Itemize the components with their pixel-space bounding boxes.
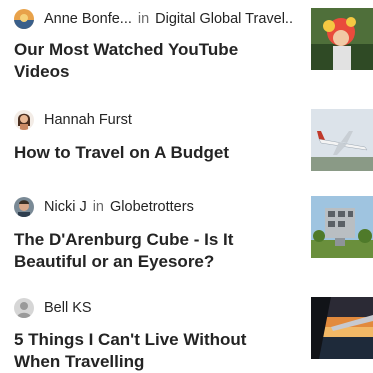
article-title[interactable]: Our Most Watched YouTube Videos bbox=[14, 39, 282, 83]
author-row: Anne Bonfe... in Digital Global Travel..… bbox=[14, 8, 294, 30]
author-row: Nicki J in Globetrotters bbox=[14, 196, 294, 218]
author-name[interactable]: Hannah Furst bbox=[44, 112, 132, 128]
author-row: Hannah Furst bbox=[14, 109, 294, 131]
author-name[interactable]: Anne Bonfe... bbox=[44, 11, 132, 27]
airplane-photo-icon bbox=[311, 109, 373, 171]
title-line-1: 5 Things I Can't Live Without bbox=[14, 330, 247, 349]
publication-name[interactable]: Globetrotters bbox=[110, 199, 194, 215]
article-title[interactable]: 5 Things I Can't Live Without When Trave… bbox=[14, 329, 282, 373]
article-title[interactable]: The D'Arenburg Cube - Is It Beautiful or… bbox=[14, 229, 282, 273]
author-avatar[interactable] bbox=[14, 197, 34, 217]
article-thumbnail[interactable] bbox=[311, 8, 373, 70]
in-label: in bbox=[137, 11, 150, 27]
publication-name[interactable]: Digital Global Travel... bbox=[155, 11, 294, 27]
article-thumbnail[interactable] bbox=[311, 196, 373, 258]
article-thumbnail[interactable] bbox=[311, 297, 373, 359]
article-thumbnail[interactable] bbox=[311, 109, 373, 171]
title-line-1: Our Most Watched YouTube bbox=[14, 40, 239, 59]
article-title[interactable]: How to Travel on A Budget bbox=[14, 142, 282, 164]
author-name[interactable]: Bell KS bbox=[44, 300, 92, 316]
author-row: Bell KS bbox=[14, 297, 294, 319]
title-line-2: When Travelling bbox=[14, 352, 145, 371]
article-card[interactable]: Nicki J in Globetrotters The D'Arenburg … bbox=[0, 196, 373, 271]
cube-building-photo-icon bbox=[311, 196, 373, 258]
title-line-1: The D'Arenburg Cube - Is It bbox=[14, 230, 234, 249]
author-name[interactable]: Nicki J bbox=[44, 199, 87, 215]
author-avatar[interactable] bbox=[14, 9, 34, 29]
title-line-2: Videos bbox=[14, 62, 70, 81]
in-label: in bbox=[92, 199, 104, 215]
person-with-flowers-photo-icon bbox=[311, 8, 373, 70]
title-line-2: Beautiful or an Eyesore? bbox=[14, 252, 215, 271]
author-avatar[interactable] bbox=[14, 110, 34, 130]
article-card[interactable]: Hannah Furst How to Travel on A Budget bbox=[0, 109, 373, 179]
article-card[interactable]: Anne Bonfe... in Digital Global Travel..… bbox=[0, 8, 373, 81]
title-line-1: How to Travel on A Budget bbox=[14, 143, 230, 162]
author-avatar[interactable] bbox=[14, 298, 34, 318]
article-card[interactable]: Bell KS 5 Things I Can't Live Without Wh… bbox=[0, 297, 373, 371]
airplane-window-sunset-photo-icon bbox=[311, 297, 373, 359]
